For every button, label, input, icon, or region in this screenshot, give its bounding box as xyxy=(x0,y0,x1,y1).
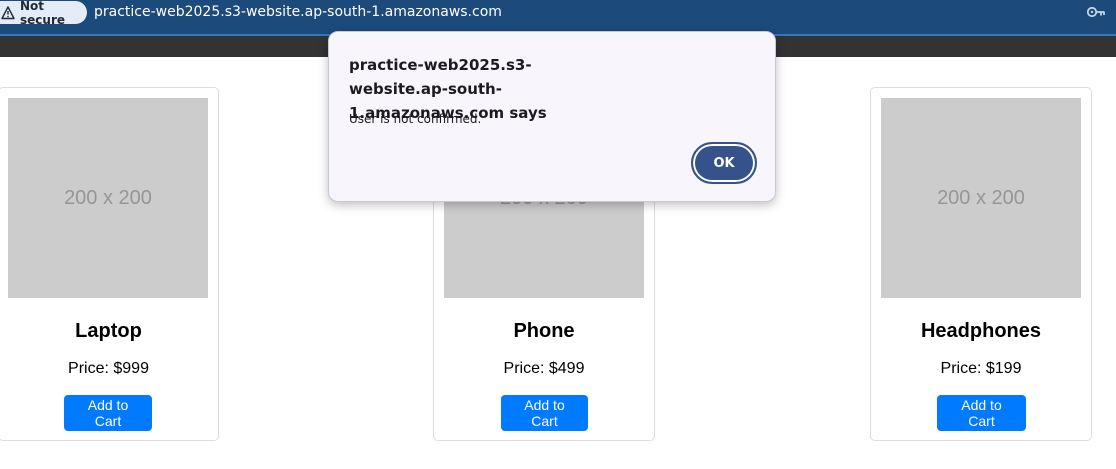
browser-address-bar: Not secure practice-web2025.s3-website.a… xyxy=(0,0,1116,34)
password-key-icon[interactable] xyxy=(1086,5,1106,19)
product-price: Price: $499 xyxy=(503,360,585,377)
url-text[interactable]: practice-web2025.s3-website.ap-south-1.a… xyxy=(94,4,502,20)
product-name: Headphones xyxy=(920,320,1042,342)
warning-triangle-icon xyxy=(1,5,15,20)
product-card-laptop: 200 x 200 Laptop Price: $999 Add to Cart xyxy=(0,87,219,441)
security-label: Not secure xyxy=(20,0,65,27)
add-to-cart-button-phone[interactable]: Add to Cart xyxy=(501,395,588,431)
add-to-cart-button-laptop[interactable]: Add to Cart xyxy=(64,395,152,431)
product-name: Phone xyxy=(513,320,575,342)
product-price: Price: $999 xyxy=(68,360,149,377)
alert-ok-button[interactable]: OK xyxy=(691,142,757,184)
add-to-cart-button-headphones[interactable]: Add to Cart xyxy=(937,395,1026,431)
alert-message: User is not confirmed. xyxy=(349,112,482,126)
product-image-placeholder: 200 x 200 xyxy=(881,98,1081,298)
alert-dialog: practice-web2025.s3-website.ap-south-1.a… xyxy=(328,31,776,202)
security-indicator-chip[interactable]: Not secure xyxy=(0,0,87,27)
product-image-placeholder: 200 x 200 xyxy=(8,98,208,298)
product-name: Laptop xyxy=(75,320,142,342)
product-price: Price: $199 xyxy=(940,360,1022,377)
product-card-headphones: 200 x 200 Headphones Price: $199 Add to … xyxy=(870,87,1092,441)
